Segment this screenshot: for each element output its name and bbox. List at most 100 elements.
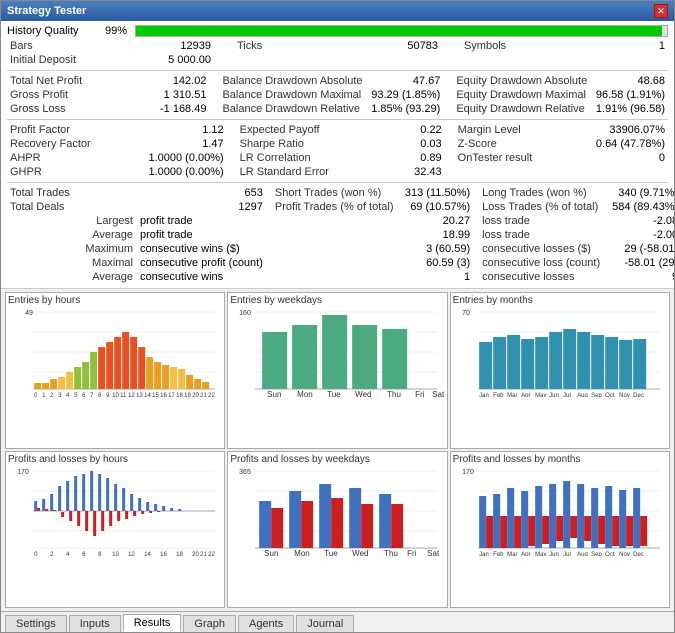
svg-text:1: 1: [42, 393, 46, 397]
svg-text:Apr: Apr: [521, 552, 530, 556]
history-quality-value: 99%: [97, 25, 127, 37]
svg-text:Nov: Nov: [619, 552, 630, 556]
svg-text:21: 21: [200, 552, 207, 556]
svg-text:12: 12: [128, 393, 135, 397]
expected-payoff-label: Expected Payoff: [237, 123, 372, 137]
largest-profit-sublabel: profit trade: [137, 214, 266, 228]
close-button[interactable]: ✕: [654, 4, 668, 18]
symbols-label: Symbols: [461, 39, 596, 53]
equity-drawdown-absolute-value: 48.68: [592, 74, 668, 88]
sharpe-ratio-label: Sharpe Ratio: [237, 137, 372, 151]
entries-by-months-title: Entries by months: [453, 295, 667, 306]
entries-by-weekdays-svg: 160 Sun Mon Tue Wed: [230, 307, 444, 397]
svg-text:Dec: Dec: [633, 393, 644, 397]
ghpr-label: GHPR: [7, 165, 142, 179]
balance-drawdown-absolute-value: 47.67: [367, 74, 443, 88]
symbols-value: 1: [596, 39, 668, 53]
title-bar: Strategy Tester ✕: [1, 1, 674, 21]
svg-text:Mar: Mar: [507, 552, 517, 556]
svg-text:Sat: Sat: [432, 390, 444, 397]
svg-text:160: 160: [239, 310, 251, 317]
lr-std-error-value: 32.43: [372, 165, 445, 179]
entries-by-hours-svg: 49: [8, 307, 222, 397]
tab-agents[interactable]: Agents: [238, 615, 294, 632]
tab-graph[interactable]: Graph: [183, 615, 236, 632]
svg-text:18: 18: [176, 552, 183, 556]
strategy-tester-window: Strategy Tester ✕ History Quality 99% Ba…: [0, 0, 675, 633]
svg-text:14: 14: [144, 552, 151, 556]
profits-by-weekdays-svg: 365: [230, 466, 444, 556]
profits-by-weekdays-chart: Profits and losses by weekdays 365: [227, 451, 447, 608]
svg-text:Jan: Jan: [479, 393, 489, 397]
long-trades-label: Long Trades (won %): [479, 186, 609, 200]
svg-text:70: 70: [462, 310, 470, 317]
maximum-label: Maximum: [7, 242, 137, 256]
short-trades-value: 313 (11.50%): [402, 186, 473, 200]
tab-results[interactable]: Results: [123, 614, 182, 632]
svg-text:6: 6: [82, 393, 86, 397]
maximal-consec-loss-value: -58.01 (29): [609, 256, 674, 270]
chart-col-2: Entries by weekdays 160 Sun: [227, 292, 447, 608]
balance-drawdown-relative-label: Balance Drawdown Relative: [219, 102, 367, 116]
ahpr-value: 1.0000 (0.00%): [142, 151, 226, 165]
entries-by-months-chart: Entries by months 70: [450, 292, 670, 449]
svg-text:170: 170: [17, 469, 29, 476]
bars-value: 12939: [142, 39, 214, 53]
history-quality-bar-fill: [136, 26, 662, 36]
svg-text:Oct: Oct: [605, 552, 615, 556]
svg-text:20: 20: [192, 393, 199, 397]
svg-text:Mar: Mar: [507, 393, 517, 397]
entries-by-hours-chart: Entries by hours 49: [5, 292, 225, 449]
svg-text:17: 17: [168, 393, 175, 397]
stats-area: History Quality 99% Bars 12939 Ticks 507…: [1, 21, 674, 289]
total-net-profit-label: Total Net Profit: [7, 74, 139, 88]
max-consec-wins-value: 3 (60.59): [402, 242, 473, 256]
average-consec-label: Average: [7, 270, 137, 284]
svg-text:365: 365: [239, 469, 251, 476]
z-score-value: 0.64 (47.78%): [590, 137, 668, 151]
svg-text:2: 2: [50, 393, 54, 397]
svg-text:Thu: Thu: [387, 390, 401, 397]
svg-text:8: 8: [98, 393, 102, 397]
average-profit-value: 18.99: [402, 228, 473, 242]
svg-text:Tue: Tue: [324, 549, 338, 556]
chart-col-3: Entries by months 70: [450, 292, 670, 608]
average-profit-sublabel: profit trade: [137, 228, 266, 242]
tab-inputs[interactable]: Inputs: [69, 615, 121, 632]
tab-journal[interactable]: Journal: [296, 615, 354, 632]
loss-trades-label: Loss Trades (% of total): [479, 200, 609, 214]
svg-text:Sat: Sat: [427, 549, 440, 556]
equity-drawdown-absolute-label: Equity Drawdown Absolute: [453, 74, 592, 88]
max-consec-losses-sublabel-label: consecutive losses ($): [479, 242, 609, 256]
profits-by-months-svg: 170: [453, 466, 667, 556]
long-trades-value: 340 (9.71%): [609, 186, 674, 200]
tab-settings[interactable]: Settings: [5, 615, 67, 632]
svg-text:21: 21: [200, 393, 207, 397]
initial-deposit-value: 5 000.00: [142, 53, 214, 67]
total-deals-label: Total Deals: [7, 200, 137, 214]
largest-loss-value: -2.08: [609, 214, 674, 228]
equity-drawdown-relative-value: 1.91% (96.58): [592, 102, 668, 116]
lr-correlation-value: 0.89: [372, 151, 445, 165]
average-label: Average: [7, 228, 137, 242]
loss-trade-label: loss trade: [479, 214, 609, 228]
svg-text:20: 20: [192, 552, 199, 556]
margin-level-value: 33906.07%: [590, 123, 668, 137]
profit-factor-label: Profit Factor: [7, 123, 142, 137]
gross-loss-label: Gross Loss: [7, 102, 139, 116]
svg-text:8: 8: [98, 552, 102, 556]
initial-deposit-label: Initial Deposit: [7, 53, 142, 67]
svg-text:10: 10: [112, 552, 119, 556]
svg-text:Sep: Sep: [591, 393, 602, 397]
gross-loss-value: -1 168.49: [139, 102, 210, 116]
short-trades-label: Short Trades (won %): [272, 186, 402, 200]
svg-text:Apr: Apr: [521, 393, 530, 397]
svg-text:0: 0: [34, 393, 38, 397]
ontester-result-value: 0: [590, 151, 668, 165]
svg-text:14: 14: [144, 393, 151, 397]
svg-text:Tue: Tue: [327, 390, 341, 397]
svg-text:Jul: Jul: [563, 393, 571, 397]
svg-text:7: 7: [90, 393, 94, 397]
svg-text:Jun: Jun: [549, 393, 559, 397]
history-quality-bar-container: [135, 25, 668, 37]
